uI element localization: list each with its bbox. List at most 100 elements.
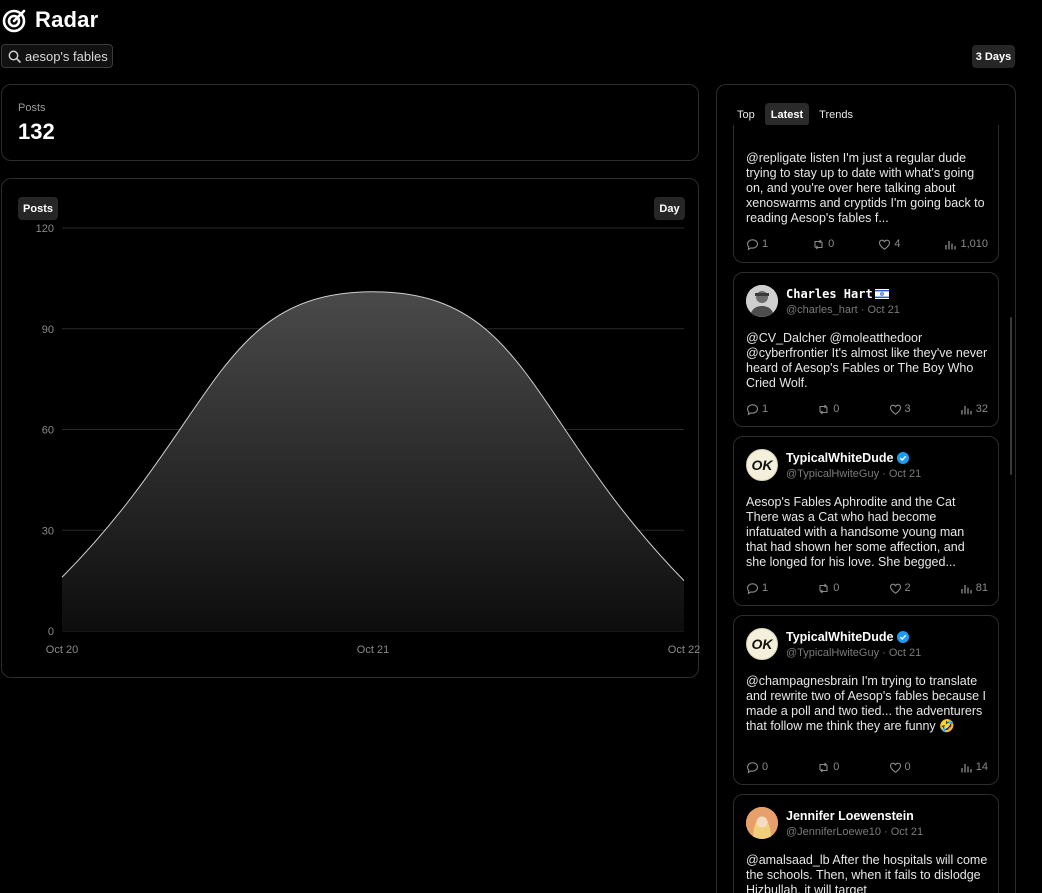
search-box[interactable] [1, 44, 113, 68]
reply-count: 1 [762, 238, 769, 250]
feed-post[interactable]: OK TypicalWhiteDude @TypicalHwiteGuy · O… [733, 436, 999, 606]
heart-icon [889, 583, 901, 594]
views-stat: 1,010 [944, 238, 988, 251]
time-range-button[interactable]: 3 Days [972, 45, 1015, 68]
avatar-text: OK [751, 457, 773, 473]
post-date: Oct 21 [867, 303, 900, 316]
post-actions: 1 0 4 1,010 [746, 237, 988, 251]
post-text: @champagnesbrain I'm trying to translate… [746, 674, 987, 733]
search-icon [8, 50, 21, 63]
israel-flag-icon [874, 288, 889, 299]
post-date: Oct 21 [888, 467, 922, 480]
y-tick-label: 90 [42, 324, 54, 336]
view-count: 14 [975, 761, 988, 773]
post-actions: 0 0 0 14 [746, 760, 988, 774]
view-count: 1,010 [960, 238, 988, 250]
post-date: Oct 21 [890, 825, 924, 838]
feed-post[interactable]: OK TypicalWhiteDude @TypicalHwiteGuy · O… [733, 615, 999, 785]
author-name[interactable]: Charles Hart [786, 287, 873, 301]
post-author: Charles Hart @charles_hart · Oct 21 [746, 285, 900, 317]
reply-button[interactable]: 1 [746, 238, 768, 251]
post-text: Aesop's Fables Aphrodite and the Cat The… [746, 495, 965, 569]
repost-button[interactable]: 0 [817, 403, 839, 416]
feed-post[interactable]: Jennifer Loewenstein @JenniferLoewe10 · … [733, 794, 999, 893]
reply-count: 1 [762, 582, 769, 594]
avatar-image-icon [746, 285, 778, 317]
reply-button[interactable]: 1 [746, 582, 768, 595]
posts-chart-card: Posts Day 0 30 60 90 120 Oct 20 Oct 21 Oct 22 [1, 178, 700, 678]
reply-icon [746, 582, 759, 594]
repost-button[interactable]: 0 [817, 582, 839, 595]
verified-badge-icon [897, 630, 910, 643]
tab-trends[interactable]: Trends [813, 103, 859, 126]
x-tick-label: Oct 21 [357, 644, 389, 656]
posts-stat-label: Posts [18, 102, 46, 114]
like-count: 3 [904, 403, 911, 415]
avatar[interactable] [746, 285, 778, 317]
post-actions: 1 0 2 81 [746, 581, 988, 595]
feed-panel: Top Latest Trends @repligate listen I'm … [716, 84, 1016, 893]
views-stat: 14 [960, 761, 988, 774]
repost-count: 0 [833, 761, 840, 773]
post-author: Jennifer Loewenstein @JenniferLoewe10 · … [746, 807, 923, 839]
app-root: Radar 3 Days Posts 132 Posts Day 0306090… [0, 0, 1042, 893]
post-meta: @charles_hart · Oct 21 [786, 303, 900, 316]
posts-stat-card: Posts 132 [1, 84, 699, 161]
feed-post[interactable]: @repligate listen I'm just a regular dud… [733, 125, 999, 263]
reply-button[interactable]: 0 [746, 761, 768, 774]
feed-tabs: Top Latest Trends [731, 103, 859, 126]
author-name[interactable]: TypicalWhiteDude [786, 451, 893, 465]
reply-count: 0 [762, 761, 769, 773]
author-handle[interactable]: @TypicalHwiteGuy [786, 647, 879, 659]
reply-count: 1 [762, 403, 769, 415]
like-count: 0 [904, 761, 911, 773]
x-tick-label: Oct 22 [668, 644, 700, 656]
like-button[interactable]: 3 [889, 403, 911, 416]
view-count: 32 [975, 403, 988, 415]
repost-count: 0 [833, 582, 840, 594]
post-author: OK TypicalWhiteDude @TypicalHwiteGuy · O… [746, 628, 921, 660]
views-stat: 81 [960, 582, 988, 595]
repost-icon [814, 239, 823, 249]
author-handle[interactable]: @TypicalHwiteGuy [786, 468, 879, 480]
tab-latest[interactable]: Latest [764, 103, 810, 126]
repost-button[interactable]: 0 [812, 238, 834, 251]
header: Radar [2, 6, 98, 34]
y-tick-label: 30 [42, 525, 54, 537]
heart-icon [889, 404, 901, 415]
feed-scrollbar[interactable] [1010, 317, 1012, 475]
like-button[interactable]: 4 [878, 238, 900, 251]
reply-icon [746, 761, 759, 773]
views-icon [961, 763, 972, 772]
repost-count: 0 [828, 238, 835, 250]
like-count: 4 [894, 238, 901, 250]
reply-icon [746, 238, 759, 250]
avatar[interactable]: OK [746, 449, 778, 481]
tab-top[interactable]: Top [731, 103, 761, 126]
avatar[interactable]: OK [746, 628, 778, 660]
radar-logo-icon [2, 9, 26, 32]
views-icon [961, 405, 972, 414]
post-meta: @TypicalHwiteGuy · Oct 21 [786, 646, 922, 659]
views-stat: 32 [960, 403, 988, 416]
like-button[interactable]: 2 [889, 582, 911, 595]
search-input[interactable] [25, 48, 109, 64]
repost-icon [819, 762, 828, 772]
view-count: 81 [975, 582, 988, 594]
posts-stat-value: 132 [18, 119, 55, 144]
post-author: OK TypicalWhiteDude @TypicalHwiteGuy · O… [746, 449, 921, 481]
post-meta: @TypicalHwiteGuy · Oct 21 [786, 467, 922, 480]
repost-button[interactable]: 0 [817, 761, 839, 774]
reply-button[interactable]: 1 [746, 403, 768, 416]
author-handle[interactable]: @charles_hart [786, 304, 858, 316]
avatar[interactable] [746, 807, 778, 839]
repost-count: 0 [833, 403, 840, 415]
feed-post[interactable]: Charles Hart @charles_hart · Oct 21 @CV_… [733, 272, 999, 427]
x-tick-label: Oct 20 [46, 644, 78, 656]
author-name[interactable]: Jennifer Loewenstein [786, 809, 914, 823]
like-button[interactable]: 0 [889, 761, 911, 774]
author-handle[interactable]: @JenniferLoewe10 [786, 826, 881, 838]
views-icon [961, 584, 972, 593]
author-name[interactable]: TypicalWhiteDude [786, 630, 893, 644]
post-meta: @JenniferLoewe10 · Oct 21 [786, 825, 924, 838]
